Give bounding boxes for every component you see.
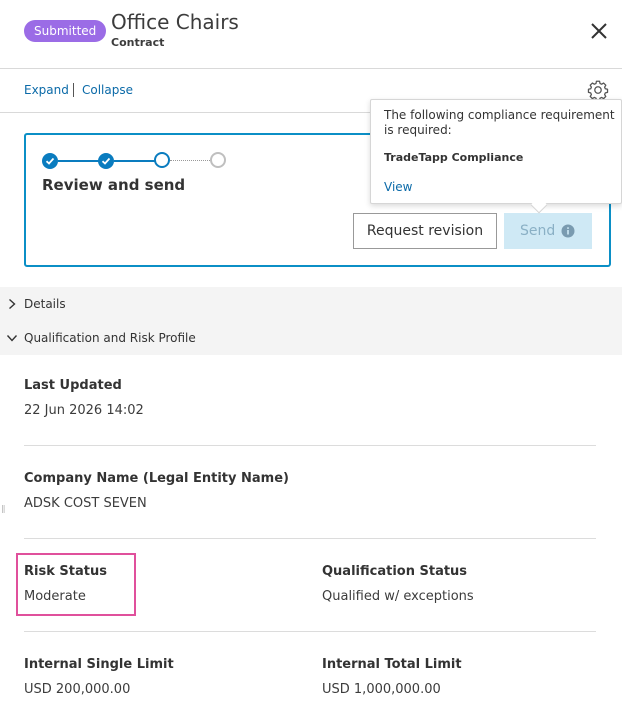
expand-link[interactable]: Expand	[24, 83, 69, 97]
internal-total-limit-label: Internal Total Limit	[322, 657, 462, 672]
step-complete-2	[98, 153, 114, 169]
compliance-tooltip: The following compliance requirement is …	[370, 99, 622, 204]
tooltip-view-link[interactable]: View	[384, 180, 412, 194]
send-button[interactable]: Send	[504, 213, 592, 249]
step-current	[154, 152, 170, 168]
step-connector	[114, 160, 156, 162]
workflow-title: Review and send	[42, 176, 186, 194]
last-updated-value: 22 Jun 2026 14:02	[24, 403, 144, 418]
tooltip-requirement: TradeTapp Compliance	[384, 151, 524, 164]
last-updated-label: Last Updated	[24, 378, 122, 393]
internal-single-limit-value: USD 200,000.00	[24, 682, 131, 697]
workflow-stepper	[42, 151, 242, 169]
check-icon	[45, 157, 55, 165]
section-qualification-label: Qualification and Risk Profile	[24, 331, 196, 345]
toolbar-divider	[73, 83, 74, 97]
chevron-right-icon	[9, 298, 16, 310]
divider	[24, 538, 596, 539]
risk-status-label: Risk Status	[24, 564, 107, 579]
step-upcoming	[210, 152, 226, 168]
close-icon[interactable]	[588, 20, 610, 42]
company-name-label: Company Name (Legal Entity Name)	[24, 471, 289, 486]
risk-status-highlight	[16, 553, 136, 616]
step-connector	[58, 160, 100, 162]
gear-icon[interactable]	[587, 79, 609, 101]
info-icon	[561, 224, 575, 238]
page-subtitle: Contract	[111, 36, 165, 49]
step-complete-1	[42, 153, 58, 169]
section-details-label: Details	[24, 297, 66, 311]
check-icon	[101, 157, 111, 165]
chevron-down-icon	[6, 335, 18, 342]
divider	[24, 445, 596, 446]
company-name-value: ADSK COST SEVEN	[24, 496, 147, 511]
send-button-label: Send	[520, 223, 556, 239]
page-title: Office Chairs	[111, 10, 239, 34]
resize-handle[interactable]: ||	[1, 504, 6, 513]
section-details[interactable]: Details	[0, 287, 622, 321]
internal-total-limit-value: USD 1,000,000.00	[322, 682, 441, 697]
qualification-status-value: Qualified w/ exceptions	[322, 589, 474, 604]
panel-header: Submitted Office Chairs Contract	[0, 0, 622, 69]
risk-status-value: Moderate	[24, 589, 86, 604]
tooltip-message: The following compliance requirement is …	[384, 108, 615, 137]
step-connector-pending	[170, 160, 212, 161]
internal-single-limit-label: Internal Single Limit	[24, 657, 174, 672]
collapse-link[interactable]: Collapse	[82, 83, 133, 97]
section-qualification[interactable]: Qualification and Risk Profile	[0, 321, 622, 355]
divider	[24, 631, 596, 632]
request-revision-button[interactable]: Request revision	[353, 213, 497, 249]
status-badge: Submitted	[24, 20, 107, 42]
qualification-status-label: Qualification Status	[322, 564, 468, 579]
